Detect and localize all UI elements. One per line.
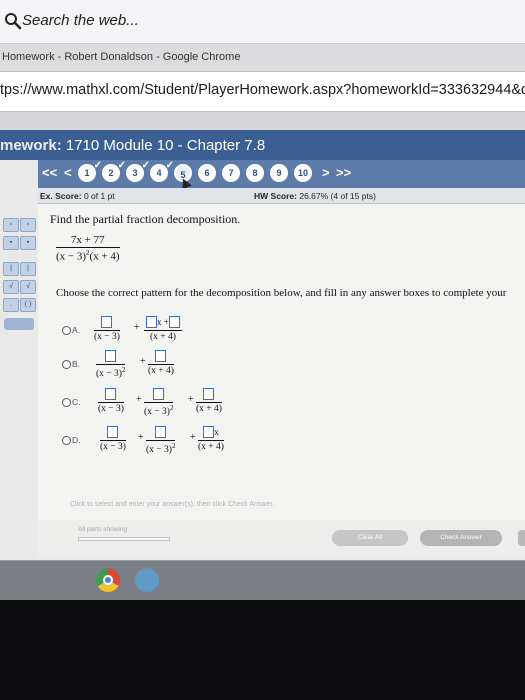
plus-sign: + xyxy=(138,432,144,443)
answer-box[interactable] xyxy=(203,388,215,400)
check-answer-button[interactable]: Check Answer xyxy=(420,530,502,546)
abs-box-tool-icon[interactable]: | xyxy=(20,262,36,276)
clear-all-button[interactable]: Clear All xyxy=(332,530,408,546)
answer-box[interactable] xyxy=(105,350,117,362)
homework-score: HW Score: 26.67% (4 of 15 pts) xyxy=(254,191,376,201)
fraction-tool-icon[interactable]: ▫ xyxy=(3,218,19,232)
score-bar: Ex. Score: 0 of 1 pt HW Score: 26.67% (4… xyxy=(38,188,525,204)
answer-box[interactable] xyxy=(155,426,167,438)
assignment-title: mework: 1710 Module 10 - Chapter 7.8 xyxy=(0,137,265,154)
next-button-edge[interactable] xyxy=(518,530,525,546)
question-2-button[interactable]: 2 xyxy=(102,157,126,182)
app-icon[interactable] xyxy=(135,568,159,592)
web-search-box[interactable]: Search the web... xyxy=(0,0,525,44)
answer-box[interactable] xyxy=(203,426,215,438)
question-8-button[interactable]: 8 xyxy=(246,164,264,182)
answer-box[interactable] xyxy=(101,316,113,328)
given-rational-expression: 7x + 77 (x − 3)2(x + 4) xyxy=(56,234,120,263)
given-denominator: (x − 3)2(x + 4) xyxy=(56,249,120,263)
option-c-label: C. xyxy=(72,397,81,407)
question-3-button[interactable]: 3 xyxy=(126,157,150,182)
more-tools-button[interactable] xyxy=(4,318,34,330)
answer-box[interactable] xyxy=(107,426,119,438)
decimal-tool-icon[interactable]: . xyxy=(3,298,19,312)
exercise-score: Ex. Score: 0 of 1 pt xyxy=(40,191,115,201)
sqrt-tool-icon[interactable]: √ xyxy=(3,280,19,294)
screen: Search the web... Homework - Robert Dona… xyxy=(0,0,525,600)
answer-box[interactable] xyxy=(155,350,167,362)
answer-box[interactable] xyxy=(168,316,180,328)
plus-sign: + xyxy=(140,356,146,367)
os-taskbar xyxy=(0,560,525,600)
question-4-button[interactable]: 4 xyxy=(150,157,174,182)
plus-sign: + xyxy=(190,432,196,443)
question-9-button[interactable]: 9 xyxy=(270,164,288,182)
answer-hint: Click to select and enter your answer(s)… xyxy=(70,501,275,508)
subscript-tool-icon[interactable]: ▪ xyxy=(20,236,36,250)
assignment-name: 1710 Module 10 - Chapter 7.8 xyxy=(65,137,266,154)
plus-sign: + xyxy=(136,394,142,405)
option-b-label: B. xyxy=(72,359,81,369)
parts-progress-bar xyxy=(78,537,170,541)
math-tool-palette: ▫ ▫ ▪ ▪ | | √ √ . ( ) xyxy=(0,218,38,338)
question-panel: Find the partial fraction decomposition.… xyxy=(38,204,525,544)
assignment-header: mework: 1710 Module 10 - Chapter 7.8 xyxy=(0,130,525,160)
question-10-button[interactable]: 10 xyxy=(294,164,312,182)
option-d-term-3: x (x + 4) xyxy=(198,426,224,452)
instruction-text: Choose the correct pattern for the decom… xyxy=(56,287,507,299)
search-placeholder: Search the web... xyxy=(22,12,139,29)
monitor-bezel xyxy=(0,600,525,700)
address-bar[interactable]: tps://www.mathxl.com/Student/PlayerHomew… xyxy=(0,72,525,112)
plus-sign: + xyxy=(188,394,194,405)
first-question-button[interactable]: << xyxy=(42,165,57,180)
window-title: Homework - Robert Donaldson - Google Chr… xyxy=(2,51,241,63)
browser-title-bar: Homework - Robert Donaldson - Google Chr… xyxy=(0,44,525,72)
option-d-term-1: (x − 3) xyxy=(100,426,126,452)
question-1-button[interactable]: 1 xyxy=(78,157,102,182)
question-7-button[interactable]: 7 xyxy=(222,164,240,182)
option-a-radio[interactable] xyxy=(62,326,71,335)
plus-sign: + xyxy=(134,322,140,333)
answer-controls: All parts showing Clear All Check Answer xyxy=(38,520,525,556)
option-d-label: D. xyxy=(72,435,81,445)
option-c-radio[interactable] xyxy=(62,398,71,407)
assignment-prefix: mework: xyxy=(0,137,62,154)
parts-showing-label: All parts showing xyxy=(78,526,128,533)
option-c-term-1: (x − 3) xyxy=(98,388,124,414)
option-a-label: A. xyxy=(72,325,81,335)
url-text: tps://www.mathxl.com/Student/PlayerHomew… xyxy=(0,82,525,98)
nth-root-tool-icon[interactable]: √ xyxy=(20,280,36,294)
option-d-radio[interactable] xyxy=(62,436,71,445)
option-b-term-2: (x + 4) xyxy=(148,350,174,376)
option-a-term-2: x + (x + 4) xyxy=(144,316,182,342)
abs-value-tool-icon[interactable]: | xyxy=(3,262,19,276)
answer-box[interactable] xyxy=(153,388,165,400)
search-icon xyxy=(5,13,22,30)
mixed-number-tool-icon[interactable]: ▫ xyxy=(20,218,36,232)
previous-question-button[interactable]: < xyxy=(64,165,72,180)
next-question-button[interactable]: > xyxy=(322,165,330,180)
question-prompt: Find the partial fraction decomposition. xyxy=(50,212,241,226)
option-b-radio[interactable] xyxy=(62,360,71,369)
option-c-term-3: (x + 4) xyxy=(196,388,222,414)
given-numerator: 7x + 77 xyxy=(56,234,120,248)
last-question-button[interactable]: >> xyxy=(336,165,351,180)
option-a-term-1: (x − 3) xyxy=(94,316,120,342)
question-navigator: << < 1 2 3 4 5 6 7 8 9 10 > >> xyxy=(38,157,525,190)
page-top-strip xyxy=(0,112,525,130)
question-6-button[interactable]: 6 xyxy=(198,164,216,182)
exponent-tool-icon[interactable]: ▪ xyxy=(3,236,19,250)
chrome-icon[interactable] xyxy=(96,568,120,592)
option-c-term-2: (x − 3)2 xyxy=(144,388,174,417)
option-d-term-2: (x − 3)2 xyxy=(146,426,176,455)
answer-box[interactable] xyxy=(105,388,117,400)
answer-box[interactable] xyxy=(146,316,157,328)
interval-tool-icon[interactable]: ( ) xyxy=(20,298,36,312)
option-b-term-1: (x − 3)2 xyxy=(96,350,126,379)
